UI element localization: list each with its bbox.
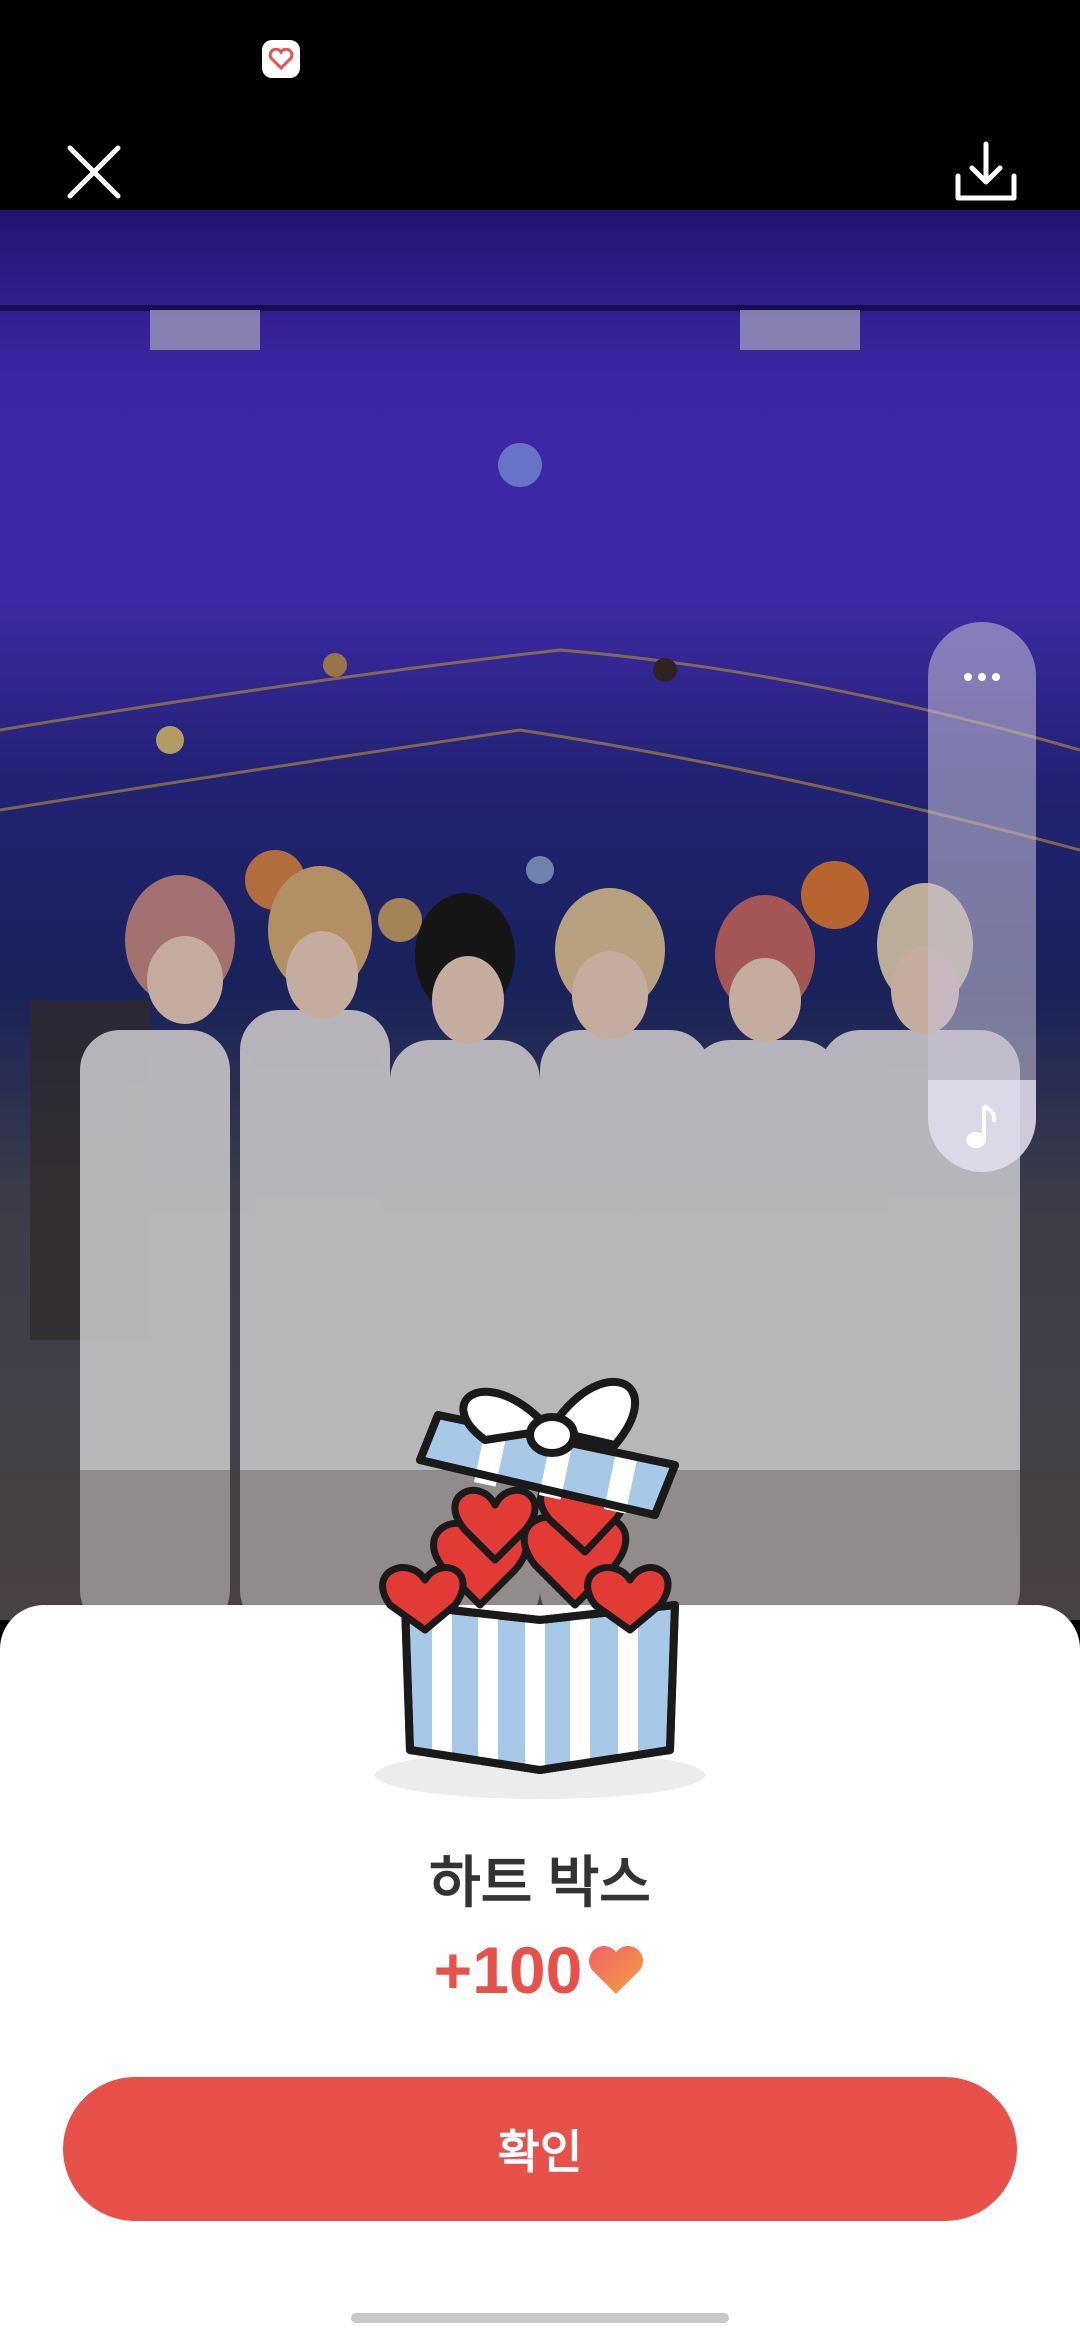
home-indicator[interactable]: [351, 2313, 729, 2323]
close-button[interactable]: [60, 138, 128, 206]
confirm-button[interactable]: 확인: [63, 2077, 1017, 2221]
reward-amount: +100: [0, 1932, 1080, 2008]
heart-box-icon: [375, 1377, 705, 1799]
side-panel: [928, 622, 1036, 1172]
more-dots-icon[interactable]: [950, 662, 1014, 692]
reward-amount-value: +100: [433, 1933, 583, 2007]
close-icon: [67, 145, 121, 199]
heart-app-icon: [262, 40, 300, 78]
download-button[interactable]: [950, 136, 1022, 208]
status-bar: [0, 0, 1080, 110]
top-bar: [0, 110, 1080, 210]
heart-icon: [589, 1946, 644, 1994]
download-icon: [955, 141, 1017, 201]
music-note-icon: [966, 1104, 997, 1148]
reward-title: 하트 박스: [429, 1851, 651, 1914]
